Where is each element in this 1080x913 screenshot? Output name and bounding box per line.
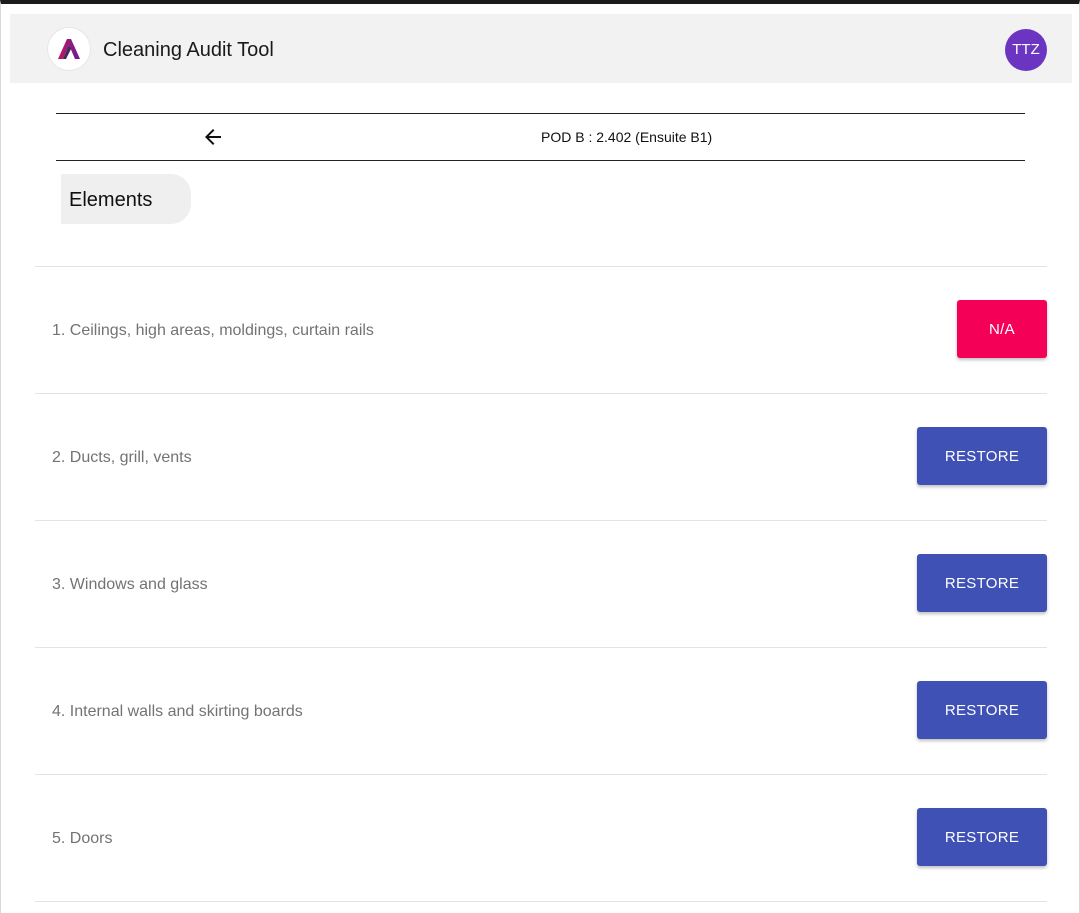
element-label: 2. Ducts, grill, vents [52,449,192,466]
back-button[interactable] [201,125,225,149]
restore-button[interactable]: RESTORE [917,427,1047,485]
element-label: 5. Doors [52,830,113,847]
list-item: 3. Windows and glass RESTORE [35,521,1047,648]
restore-button[interactable]: RESTORE [917,681,1047,739]
arrow-left-icon [205,129,221,145]
location-title: POD B : 2.402 (Ensuite B1) [541,129,713,145]
section-tab-elements[interactable]: Elements [61,174,191,224]
section-label: Elements [69,189,153,211]
list-item: 2. Ducts, grill, vents RESTORE [35,394,1047,521]
list-item: 5. Doors RESTORE [35,775,1047,902]
element-label: 3. Windows and glass [52,576,208,593]
restore-button[interactable]: RESTORE [917,554,1047,612]
na-button[interactable]: N/A [957,300,1047,358]
elements-list: 1. Ceilings, high areas, moldings, curta… [35,266,1047,902]
app-logo-icon[interactable] [48,28,90,70]
app-bar: Cleaning Audit Tool TTZ [10,14,1072,83]
app-title: Cleaning Audit Tool [103,39,274,61]
user-avatar[interactable]: TTZ [1005,29,1047,71]
restore-button[interactable]: RESTORE [917,808,1047,866]
list-item: 1. Ceilings, high areas, moldings, curta… [35,267,1047,394]
element-label: 4. Internal walls and skirting boards [52,703,303,720]
location-header: POD B : 2.402 (Ensuite B1) [56,113,1025,161]
list-item: 4. Internal walls and skirting boards RE… [35,648,1047,775]
element-label: 1. Ceilings, high areas, moldings, curta… [52,322,374,339]
